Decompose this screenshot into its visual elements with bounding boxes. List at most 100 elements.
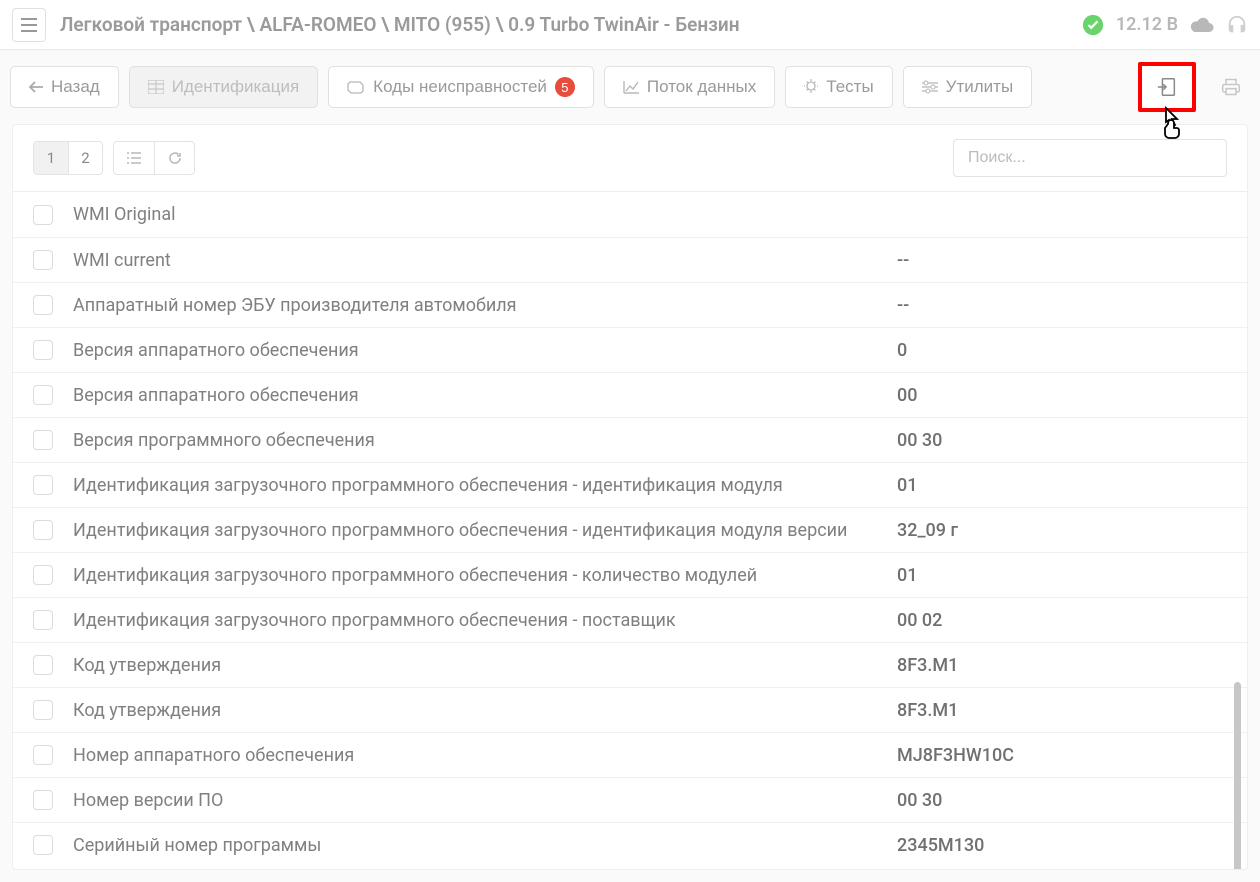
export-icon [1156,76,1178,98]
list-icon [127,152,141,164]
print-button[interactable] [1212,68,1250,106]
data-list[interactable]: WMI OriginalWMI current--Аппаратный номе… [13,192,1247,869]
refresh-button[interactable] [154,142,194,174]
sliders-icon [922,80,938,94]
list-view-button[interactable] [114,142,154,174]
table-row: Номер аппаратного обеспеченияMJ8F3HW10C [13,732,1247,777]
row-checkbox[interactable] [33,520,53,540]
row-label: Аппаратный номер ЭБУ производителя автом… [73,295,897,316]
table-row: Идентификация загрузочного программного … [13,507,1247,552]
row-label: Версия программного обеспечения [73,430,897,451]
row-checkbox[interactable] [33,295,53,315]
row-value: -- [897,295,1227,316]
table-icon [148,80,164,94]
row-value: MJ8F3HW10C [897,745,1227,766]
row-label: WMI Original [73,204,897,225]
app-header: Легковой транспорт \ ALFA-ROMEO \ MITO (… [0,0,1260,50]
row-label: Идентификация загрузочного программного … [73,565,897,586]
row-checkbox[interactable] [33,655,53,675]
identification-panel: 1 2 WMI OriginalWMI current--Аппаратный … [12,124,1248,870]
bulb-icon [804,79,818,95]
dataflow-tab[interactable]: Поток данных [604,66,775,108]
print-icon [1221,77,1241,97]
row-checkbox[interactable] [33,250,53,270]
table-row: WMI Original [13,192,1247,237]
status-ok-icon [1082,14,1104,36]
row-label: Код утверждения [73,655,897,676]
row-value: 00 30 [897,430,1227,451]
table-row: Номер версии ПО00 30 [13,777,1247,822]
page-1[interactable]: 1 [34,142,68,174]
row-label: WMI current [73,250,897,271]
panel-header: 1 2 [13,125,1247,192]
main-toolbar: Назад Идентификация Коды неисправностей … [0,50,1260,124]
row-label: Серийный номер программы [73,835,897,856]
row-label: Номер версии ПО [73,790,897,811]
row-value: 01 [897,565,1227,586]
hamburger-icon [21,18,37,32]
row-label: Версия аппаратного обеспечения [73,340,897,361]
row-value: 32_09 г [897,520,1227,541]
row-checkbox[interactable] [33,745,53,765]
table-row: Идентификация загрузочного программного … [13,462,1247,507]
breadcrumb: Легковой транспорт \ ALFA-ROMEO \ MITO (… [60,13,1082,36]
row-value: 00 30 [897,790,1227,811]
table-row: Версия аппаратного обеспечения00 [13,372,1247,417]
dataflow-label: Поток данных [647,77,756,97]
row-checkbox[interactable] [33,835,53,855]
back-button[interactable]: Назад [10,66,119,108]
menu-button[interactable] [12,8,46,42]
row-checkbox[interactable] [33,385,53,405]
utilities-label: Утилиты [946,77,1014,97]
row-checkbox[interactable] [33,430,53,450]
table-row: Идентификация загрузочного программного … [13,552,1247,597]
status-section: 12.12 В [1082,14,1248,36]
row-checkbox[interactable] [33,340,53,360]
arrow-left-icon [29,81,43,93]
table-row: Версия аппаратного обеспечения0 [13,327,1247,372]
table-row: Код утверждения8F3.M1 [13,642,1247,687]
tests-tab[interactable]: Тесты [785,66,892,108]
table-row: Аппаратный номер ЭБУ производителя автом… [13,282,1247,327]
row-value: 8F3.M1 [897,655,1227,676]
headset-icon[interactable] [1226,14,1248,36]
row-label: Номер аппаратного обеспечения [73,745,897,766]
identification-label: Идентификация [172,77,299,97]
row-value: 00 [897,385,1227,406]
row-label: Идентификация загрузочного программного … [73,610,897,631]
search-input[interactable] [953,139,1227,177]
engine-icon [347,80,365,94]
row-label: Версия аппаратного обеспечения [73,385,897,406]
row-checkbox[interactable] [33,565,53,585]
row-value: -- [897,250,1227,271]
page-2[interactable]: 2 [68,142,102,174]
back-label: Назад [51,77,100,97]
chart-icon [623,80,639,94]
content-area: 1 2 WMI OriginalWMI current--Аппаратный … [0,124,1260,882]
row-value: 0 [897,340,1227,361]
table-row: Идентификация загрузочного программного … [13,597,1247,642]
row-label: Идентификация загрузочного программного … [73,475,897,496]
row-checkbox[interactable] [33,700,53,720]
row-label: Код утверждения [73,700,897,721]
view-controls [113,141,195,175]
table-row: Версия программного обеспечения00 30 [13,417,1247,462]
row-checkbox[interactable] [33,610,53,630]
table-row: Серийный номер программы2345M130 [13,822,1247,867]
voltage-label: 12.12 В [1116,14,1178,35]
row-value: 00 02 [897,610,1227,631]
dtc-tab[interactable]: Коды неисправностей 5 [328,66,594,108]
row-checkbox[interactable] [33,205,53,225]
row-value: 8F3.M1 [897,700,1227,721]
cloud-icon[interactable] [1190,16,1214,34]
scrollbar-track[interactable] [1237,192,1244,869]
scrollbar-thumb[interactable] [1234,682,1241,869]
page-segmented: 1 2 [33,141,103,175]
export-button-highlighted[interactable] [1138,62,1196,112]
utilities-tab[interactable]: Утилиты [903,66,1033,108]
row-value: 2345M130 [897,835,1227,856]
row-checkbox[interactable] [33,475,53,495]
refresh-icon [168,151,182,165]
row-label: Идентификация загрузочного программного … [73,520,897,541]
row-checkbox[interactable] [33,790,53,810]
